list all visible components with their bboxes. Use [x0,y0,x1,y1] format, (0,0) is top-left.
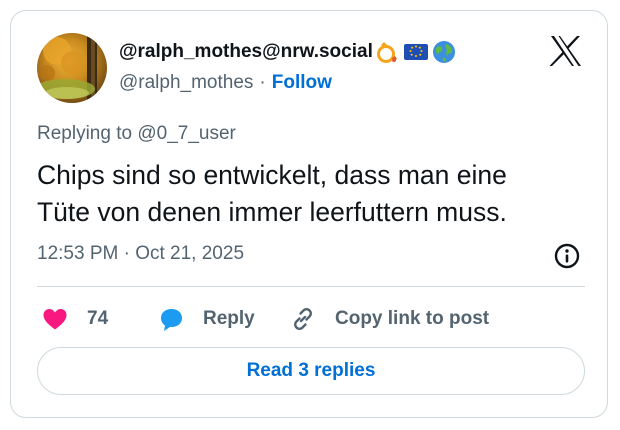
ring-with-sparkle-emoji-icon [375,39,401,65]
author-handle[interactable]: @ralph_mothes [119,72,253,94]
post-text: Chips sind so entwickelt, dass man eine … [37,160,507,227]
copy-link-label: Copy link to post [335,308,490,329]
post-timestamp[interactable]: 12:53 PM · Oct 21, 2025 [37,243,244,265]
replying-to-line: Replying to @0_7_user [37,123,236,145]
x-logo-icon[interactable] [549,35,583,67]
separator-dot: · [259,72,266,93]
info-icon[interactable] [553,242,581,270]
action-bar: 74 Reply Copy link to post [37,303,597,335]
author-display-name[interactable]: @ralph_mothes@nrw.social [119,41,373,63]
eu-flag-emoji-icon [403,39,429,65]
link-icon [289,305,317,333]
copy-link-button[interactable]: Copy link to post [289,303,489,335]
replying-prefix: Replying to [37,123,138,144]
embedded-post-card: @ralph_mothes@nrw.social @ralph_mothes ·… [10,10,608,418]
handle-row: @ralph_mothes · Follow [119,70,332,96]
reply-button[interactable]: Reply [157,303,255,335]
like-count: 74 [87,308,109,329]
heart-icon [41,305,69,333]
like-button[interactable]: 74 [41,303,108,335]
speech-bubble-icon [157,305,185,333]
divider [37,286,585,287]
author-name-row: @ralph_mothes@nrw.social [119,37,457,67]
follow-button[interactable]: Follow [272,72,332,94]
reply-label: Reply [203,308,255,329]
globe-emoji-icon [431,39,457,65]
author-avatar[interactable] [37,33,107,103]
read-replies-button[interactable]: Read 3 replies [37,347,585,395]
avatar-image [37,33,107,103]
replying-to-user-link[interactable]: @0_7_user [137,123,236,144]
